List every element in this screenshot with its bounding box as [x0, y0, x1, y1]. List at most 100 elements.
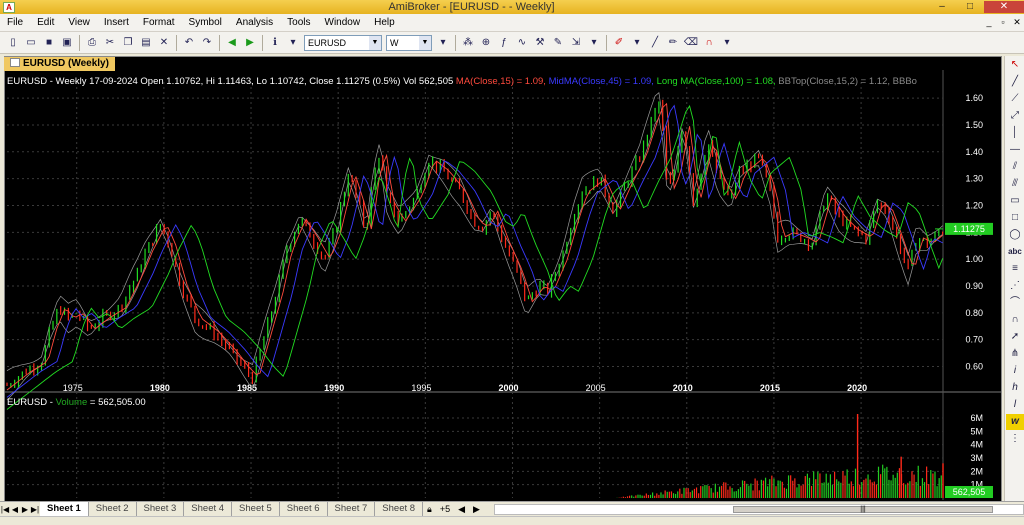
menu-symbol[interactable]: Symbol [182, 14, 229, 32]
volume-tick-label: 4M [970, 440, 983, 450]
ray-icon[interactable]: ⟋ [1006, 91, 1024, 107]
horizontal-line-icon[interactable]: — [1006, 142, 1024, 158]
chart-type-icon[interactable]: ⁂ [460, 35, 476, 51]
first-sheet-icon[interactable]: |◀ [0, 505, 10, 514]
prev-sheet-icon[interactable]: ◀ [10, 505, 20, 514]
sheet-tab-3[interactable]: Sheet 3 [137, 502, 185, 516]
menu-insert[interactable]: Insert [97, 14, 136, 32]
delete-icon[interactable]: ✕ [156, 35, 172, 51]
sheet-tab-7[interactable]: Sheet 7 [328, 502, 376, 516]
sheet-tab-8[interactable]: Sheet 8 [375, 502, 424, 516]
child-restore-button[interactable]: ▫ [996, 17, 1010, 28]
info-icon[interactable]: ℹ [267, 35, 283, 51]
highlight-w-icon[interactable]: w [1006, 414, 1024, 430]
forward-icon[interactable]: ▶ [242, 35, 258, 51]
dropdown-arrow-icon[interactable]: ▾ [629, 35, 645, 51]
sheet-tab-2[interactable]: Sheet 2 [89, 502, 137, 516]
fan-icon[interactable]: ⋔ [1006, 346, 1024, 362]
sheet-tab-4[interactable]: Sheet 4 [184, 502, 233, 516]
copy-icon[interactable]: ❐ [120, 35, 136, 51]
dropdown-arrow-icon[interactable]: ▾ [719, 35, 735, 51]
symbol-l-icon[interactable]: l [1006, 397, 1024, 413]
child-close-button[interactable]: ✕ [1010, 17, 1024, 28]
menu-file[interactable]: File [0, 14, 30, 32]
menu-tools[interactable]: Tools [280, 14, 317, 32]
indicator-icon[interactable]: ∿ [514, 35, 530, 51]
back-icon[interactable]: ◀ [224, 35, 240, 51]
chart-window-title: EURUSD (Weekly) [23, 58, 109, 69]
sheet-scroll-left-icon[interactable]: ◀ [454, 504, 469, 515]
extended-line-icon[interactable]: ⤢ [1006, 108, 1024, 124]
arrow-icon[interactable]: ➚ [1006, 329, 1024, 345]
more-sheets-icon[interactable]: +5 [436, 504, 454, 514]
sheet-tab-1[interactable]: Sheet 1 [40, 502, 89, 516]
chart-window-tab[interactable]: EURUSD (Weekly) [4, 57, 115, 71]
eraser-icon[interactable]: ⌫ [683, 35, 699, 51]
trendline-icon[interactable]: ╱ [1006, 74, 1024, 90]
parallel-lines-icon[interactable]: ⫽ [1006, 159, 1024, 175]
price-tick-label: 1.20 [965, 200, 983, 210]
dropdown-arrow-icon[interactable]: ▾ [586, 35, 602, 51]
print-icon[interactable]: ⎙ [84, 35, 100, 51]
rectangle-icon[interactable]: ▭ [1006, 193, 1024, 209]
save-all-icon[interactable]: ▣ [59, 35, 75, 51]
lock-icon[interactable]: 🔒︎ [423, 504, 436, 515]
formula-icon[interactable]: ƒ [496, 35, 512, 51]
draw-line-icon[interactable]: ╱ [647, 35, 663, 51]
menu-edit[interactable]: Edit [30, 14, 61, 32]
horizontal-scrollbar[interactable]: ||| [493, 503, 1024, 515]
symbol-select[interactable]: EURUSD ▼ [304, 34, 382, 51]
child-minimize-button[interactable]: _ [982, 17, 996, 28]
midma-line [6, 104, 943, 398]
paste-icon[interactable]: ▤ [138, 35, 154, 51]
magnet-icon[interactable]: ∩ [701, 35, 717, 51]
sheet-scroll-right-icon[interactable]: ▶ [469, 504, 484, 515]
sheet-tab-5[interactable]: Sheet 5 [232, 502, 280, 516]
sheet-tab-6[interactable]: Sheet 6 [280, 502, 328, 516]
maximize-button[interactable]: □ [956, 1, 984, 13]
menu-analysis[interactable]: Analysis [229, 14, 280, 32]
square-icon[interactable]: □ [1006, 210, 1024, 226]
pointer-icon[interactable]: ↖ [1006, 57, 1024, 73]
close-window-button[interactable]: ✕ [984, 1, 1024, 13]
dropdown-arrow-icon[interactable]: ▾ [435, 35, 451, 51]
minimize-button[interactable]: – [928, 1, 956, 13]
vertical-line-icon[interactable]: │ [1006, 125, 1024, 141]
fibonacci-icon[interactable]: ≡ [1006, 261, 1024, 277]
next-sheet-icon[interactable]: ▶ [20, 505, 30, 514]
save-icon[interactable]: ■ [41, 35, 57, 51]
scrollbar-thumb[interactable]: ||| [733, 505, 993, 513]
new-icon[interactable]: ▯ [5, 35, 21, 51]
menu-help[interactable]: Help [367, 14, 402, 32]
tools-icon[interactable]: ⚒ [532, 35, 548, 51]
bollinger-top-line [6, 92, 943, 371]
text-tool-icon[interactable]: abc [1006, 244, 1024, 260]
dropdown-arrow-icon[interactable]: ▾ [285, 35, 301, 51]
menu-window[interactable]: Window [318, 14, 368, 32]
ellipse-icon[interactable]: ◯ [1006, 227, 1024, 243]
zoom-icon[interactable]: ⊕ [478, 35, 494, 51]
price-chart[interactable]: 0.600.700.800.901.001.101.201.301.401.50… [5, 70, 1001, 500]
legend-bbbot: BBBo [892, 76, 917, 87]
brush-icon[interactable]: ✎ [550, 35, 566, 51]
window-title: AmiBroker - [EURUSD - - Weekly] [388, 1, 555, 13]
symbol-i-icon[interactable]: i [1006, 363, 1024, 379]
menu-view[interactable]: View [61, 14, 97, 32]
ruler-icon[interactable]: ⇲ [568, 35, 584, 51]
interval-select[interactable]: W ▼ [386, 34, 432, 51]
cut-icon[interactable]: ✂ [102, 35, 118, 51]
pencil-icon[interactable]: ✏ [665, 35, 681, 51]
arc-icon[interactable]: ⌒ [1006, 295, 1024, 311]
open-icon[interactable]: ▭ [23, 35, 39, 51]
undo-icon[interactable]: ↶ [181, 35, 197, 51]
cycles-icon[interactable]: ∩ [1006, 312, 1024, 328]
menu-format[interactable]: Format [136, 14, 182, 32]
redo-icon[interactable]: ↷ [199, 35, 215, 51]
gann-icon[interactable]: ⋰ [1006, 278, 1024, 294]
symbol-h-icon[interactable]: h [1006, 380, 1024, 396]
last-sheet-icon[interactable]: ▶| [30, 505, 40, 514]
more-tools-icon[interactable]: ⋮ [1006, 431, 1024, 447]
channel-icon[interactable]: ⫻ [1006, 176, 1024, 192]
pen-color-icon[interactable]: ✐ [611, 35, 627, 51]
last-volume-label: 562,505 [953, 487, 986, 497]
